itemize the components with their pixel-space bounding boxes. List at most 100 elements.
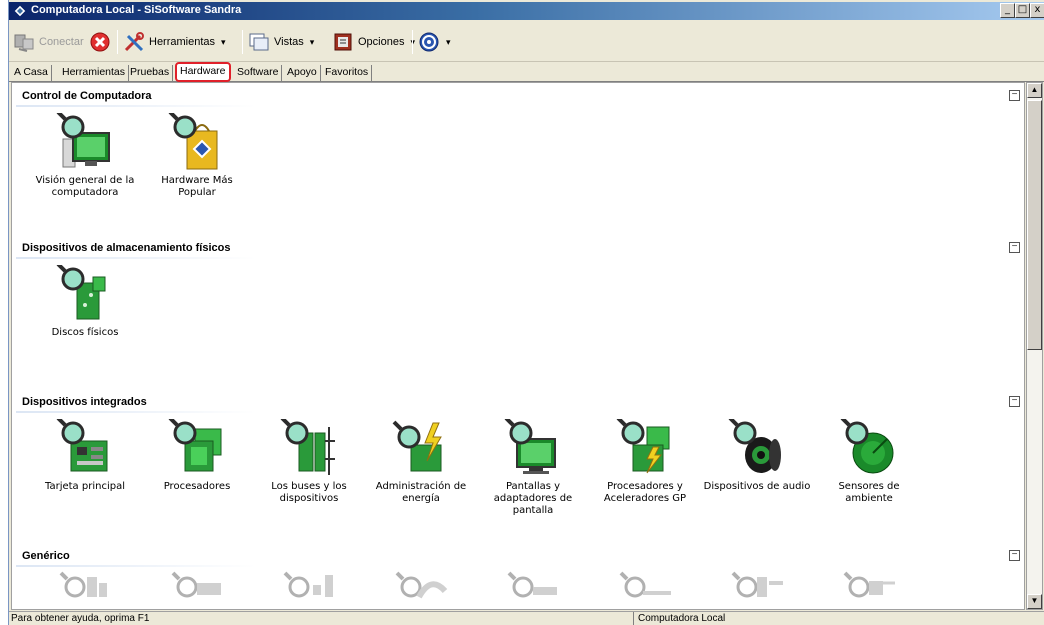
collapse-icon[interactable]: −: [1009, 90, 1020, 101]
options-icon: [334, 33, 352, 51]
toolbar: Conectar Herramientas ▾ Vistas ▾ Opcione…: [9, 22, 1044, 62]
item-label: Los buses y los dispositivos: [271, 481, 347, 504]
item-generic-8[interactable]: [814, 571, 924, 609]
generic-device-icon: [613, 571, 677, 609]
tab-hardware[interactable]: Hardware: [175, 62, 231, 82]
item-label: Hardware Más Popular: [161, 175, 233, 198]
item-audio-devices[interactable]: Dispositivos de audio: [702, 416, 812, 493]
computer-overview-icon: [53, 110, 117, 173]
item-computer-overview[interactable]: Visión general de la computadora: [30, 110, 140, 199]
disk-icon: [53, 262, 117, 325]
tab-tools[interactable]: Herramientas: [59, 65, 130, 81]
item-generic-1[interactable]: [30, 571, 140, 609]
item-label: Tarjeta principal: [45, 481, 125, 492]
item-buses-devices[interactable]: Los buses y los dispositivos: [254, 416, 364, 505]
tab-support[interactable]: Apoyo: [284, 65, 321, 81]
sensor-icon: [837, 416, 901, 479]
item-generic-4[interactable]: [366, 571, 476, 609]
item-generic-2[interactable]: [142, 571, 252, 609]
vertical-scrollbar[interactable]: ▲ ▼: [1026, 82, 1043, 610]
tab-software[interactable]: Software: [234, 65, 283, 81]
scroll-thumb[interactable]: [1027, 100, 1042, 350]
help-dropdown-icon: ▾: [446, 36, 451, 47]
item-label: Dispositivos de audio: [703, 481, 811, 492]
tools-menu-button[interactable]: Herramientas ▾: [123, 28, 226, 56]
views-label: Vistas: [274, 36, 304, 48]
help-menu-button[interactable]: ▾: [418, 28, 451, 56]
section-title: Dispositivos integrados: [22, 396, 147, 408]
item-motherboard[interactable]: Tarjeta principal: [30, 416, 140, 493]
sandra-app-icon: [13, 4, 27, 18]
item-label: Sensores de ambiente: [838, 481, 900, 504]
gpu-icon: [613, 416, 677, 479]
scroll-up-button[interactable]: ▲: [1027, 83, 1042, 98]
minimize-button[interactable]: _: [1000, 3, 1015, 18]
shopping-bag-icon: [165, 110, 229, 173]
section-title: Control de Computadora: [22, 90, 152, 102]
generic-device-icon: [53, 571, 117, 609]
generic-device-icon: [277, 571, 341, 609]
title-bar[interactable]: Computadora Local - SiSoftware Sandra _ …: [9, 2, 1044, 20]
item-processors[interactable]: Procesadores: [142, 416, 252, 493]
processor-icon: [165, 416, 229, 479]
collapse-icon[interactable]: −: [1009, 242, 1020, 253]
monitor-icon: [501, 416, 565, 479]
help-icon: [419, 32, 439, 52]
options-label: Opciones: [358, 36, 405, 48]
stop-button[interactable]: [89, 28, 111, 56]
item-generic-3[interactable]: [254, 571, 364, 609]
item-popular-hardware[interactable]: Hardware Más Popular: [142, 110, 252, 199]
views-icon: [249, 33, 269, 51]
tab-favorites[interactable]: Favoritos: [322, 65, 373, 81]
collapse-icon[interactable]: −: [1009, 550, 1020, 561]
generic-device-icon: [165, 571, 229, 609]
motherboard-icon: [53, 416, 117, 479]
status-bar: Para obtener ayuda, oprima F1 Computador…: [9, 611, 1044, 625]
collapse-icon[interactable]: −: [1009, 396, 1020, 407]
maximize-button[interactable]: □: [1015, 3, 1030, 18]
item-physical-disks[interactable]: Discos físicos: [30, 262, 140, 339]
connect-button[interactable]: Conectar: [13, 28, 84, 56]
tab-home[interactable]: A Casa: [11, 65, 52, 81]
content-panel: Control de Computadora − Visión general …: [11, 82, 1025, 610]
item-power-management[interactable]: Administración de energía: [366, 419, 476, 505]
tab-benchmarks[interactable]: Pruebas: [127, 65, 174, 81]
item-label: Visión general de la computadora: [35, 175, 135, 198]
tools-icon: [124, 32, 144, 52]
main-window: Computadora Local - SiSoftware Sandra _ …: [8, 0, 1044, 625]
views-menu-button[interactable]: Vistas ▾: [248, 28, 314, 56]
bus-icon: [277, 416, 341, 479]
views-dropdown-icon: ▾: [309, 36, 315, 47]
window-title: Computadora Local - SiSoftware Sandra: [31, 4, 242, 16]
item-label: Pantallas y adaptadores de pantalla: [493, 481, 573, 516]
options-menu-button[interactable]: Opciones ▾: [332, 28, 415, 56]
item-label: Discos físicos: [51, 327, 119, 338]
status-help-text: Para obtener ayuda, oprima F1: [11, 613, 150, 624]
speaker-icon: [725, 416, 789, 479]
item-label: Procesadores: [163, 481, 231, 492]
connect-icon: [14, 34, 34, 52]
item-generic-6[interactable]: [590, 571, 700, 609]
close-button[interactable]: x: [1030, 3, 1044, 18]
section-title: Genérico: [22, 550, 70, 562]
generic-device-icon: [837, 571, 901, 609]
tab-bar: A Casa Herramientas Pruebas Hardware Sof…: [9, 62, 1044, 82]
tools-label: Herramientas: [149, 36, 216, 48]
item-displays[interactable]: Pantallas y adaptadores de pantalla: [478, 416, 588, 517]
item-label: Procesadores y Aceleradores GP: [603, 481, 687, 504]
generic-device-icon: [389, 571, 453, 609]
item-generic-7[interactable]: [702, 571, 812, 609]
item-environment-sensors[interactable]: Sensores de ambiente: [814, 416, 924, 505]
section-title: Dispositivos de almacenamiento físicos: [22, 242, 231, 254]
item-gp-processors[interactable]: Procesadores y Aceleradores GP: [590, 416, 700, 505]
scroll-down-button[interactable]: ▼: [1027, 594, 1042, 609]
connect-label: Conectar: [39, 36, 84, 48]
status-computer: Computadora Local: [633, 612, 1013, 625]
item-label: Administración de energía: [375, 481, 467, 504]
generic-device-icon: [501, 571, 565, 609]
generic-device-icon: [725, 571, 789, 609]
item-generic-5[interactable]: [478, 571, 588, 609]
tools-dropdown-icon: ▾: [221, 36, 226, 47]
power-icon: [389, 419, 453, 479]
window-controls: _ □ x: [1000, 3, 1044, 18]
